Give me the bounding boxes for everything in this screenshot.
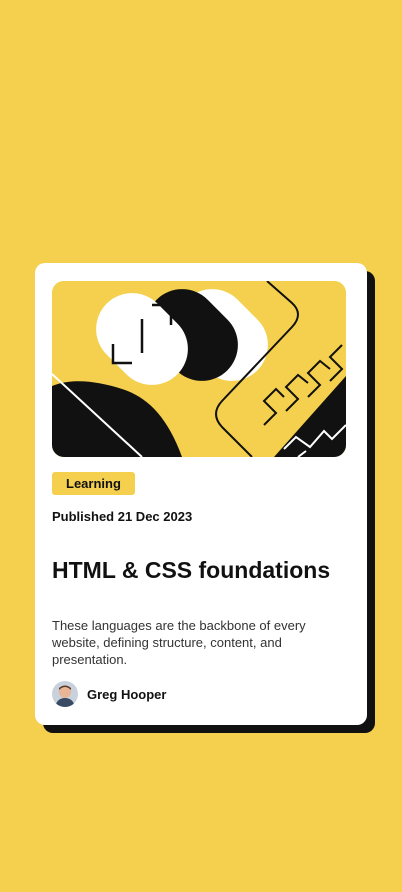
card-description: These languages are the backbone of ever… (52, 618, 306, 667)
category-tag: Learning (52, 472, 135, 495)
avatar (52, 681, 78, 707)
card-title[interactable]: HTML & CSS foundations (52, 557, 330, 584)
blog-preview-card: Learning Published 21 Dec 2023 HTML & CS… (35, 263, 367, 725)
hero-illustration (52, 281, 346, 457)
author: Greg Hooper (52, 681, 166, 707)
published-date: Published 21 Dec 2023 (52, 509, 193, 524)
author-name: Greg Hooper (87, 686, 167, 702)
